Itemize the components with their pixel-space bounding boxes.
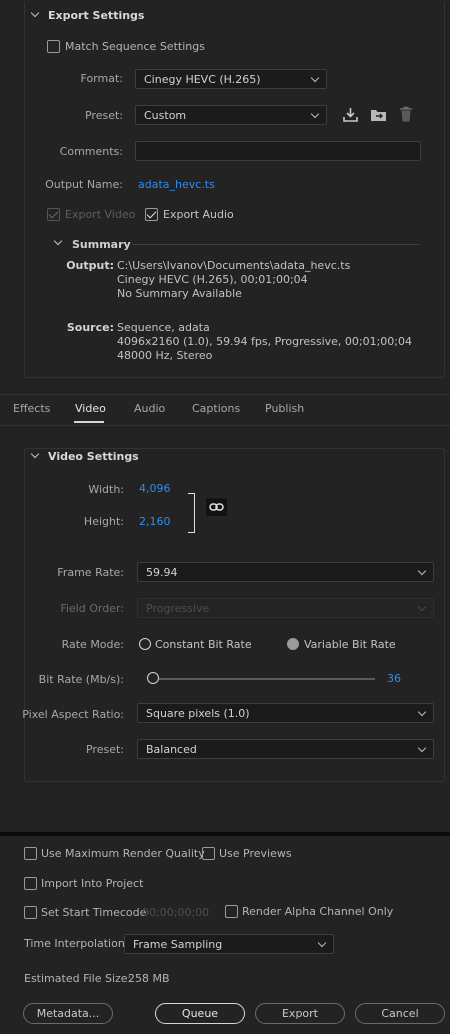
queue-button[interactable]: Queue [155, 1003, 245, 1024]
par-dropdown[interactable]: Square pixels (1.0) [137, 703, 434, 723]
use-previews-checkbox[interactable] [202, 847, 215, 860]
vbr-label: Variable Bit Rate [304, 638, 396, 651]
start-timecode-label: Set Start Timecode [41, 906, 147, 919]
chevron-down-icon [310, 109, 320, 119]
video-preset-dropdown[interactable]: Balanced [137, 739, 434, 759]
match-sequence-label: Match Sequence Settings [65, 40, 205, 53]
estimated-file-size-value: 258 MB [128, 972, 170, 985]
chevron-down-icon [417, 707, 427, 717]
time-interpolation-label: Time Interpolation: [24, 937, 129, 950]
chevron-down-icon [310, 73, 320, 83]
output-line: Cinegy HEVC (H.265), 00;01;00;04 [117, 273, 308, 286]
tab-bar-divider [0, 394, 450, 395]
output-summary-text: C:\Users\Ivanov\Documents\adata_hevc.ts … [117, 259, 350, 301]
tab-content-divider [0, 425, 450, 426]
alpha-channel-label: Render Alpha Channel Only [242, 905, 394, 918]
tab-audio[interactable]: Audio [134, 402, 165, 415]
delete-preset-icon[interactable] [398, 106, 414, 123]
par-label: Pixel Aspect Ratio: [22, 708, 124, 721]
comments-label: Comments: [59, 145, 123, 158]
output-name-label: Output Name: [45, 178, 123, 191]
cbr-label: Constant Bit Rate [155, 638, 252, 651]
source-line: 48000 Hz, Stereo [117, 349, 213, 362]
source-line: Sequence, adata [117, 321, 210, 334]
format-label: Format: [80, 72, 123, 85]
source-summary-label: Source: [66, 321, 114, 334]
import-into-project-label: Import Into Project [41, 877, 144, 890]
source-summary-text: Sequence, adata 4096x2160 (1.0), 59.94 f… [117, 321, 412, 363]
estimated-file-size-label: Estimated File Size: [24, 972, 132, 985]
tab-captions[interactable]: Captions [192, 402, 240, 415]
chevron-down-icon [417, 743, 427, 753]
start-timecode-value: 00;00;00;00 [142, 906, 210, 919]
vbr-radio[interactable] [287, 638, 299, 650]
export-button[interactable]: Export [255, 1003, 345, 1024]
frame-rate-label: Frame Rate: [57, 566, 124, 579]
summary-title: Summary [72, 238, 131, 251]
chevron-down-icon [417, 566, 427, 576]
use-previews-label: Use Previews [219, 847, 292, 860]
match-sequence-checkbox[interactable] [47, 40, 60, 53]
tab-effects[interactable]: Effects [13, 402, 50, 415]
cancel-button[interactable]: Cancel [355, 1003, 445, 1024]
bit-rate-label: Bit Rate (Mb/s): [38, 673, 124, 686]
tab-video[interactable]: Video [75, 402, 106, 415]
field-order-label: Field Order: [60, 602, 124, 615]
max-render-quality-label: Use Maximum Render Quality [41, 847, 205, 860]
frame-rate-dropdown[interactable]: 59.94 [137, 562, 434, 582]
dimension-link-bracket [188, 493, 195, 533]
alpha-channel-checkbox[interactable] [225, 905, 238, 918]
export-audio-checkbox[interactable] [145, 208, 158, 221]
video-preset-value: Balanced [146, 743, 197, 756]
save-preset-icon[interactable] [342, 106, 359, 123]
bit-rate-slider-thumb[interactable] [147, 672, 159, 684]
par-value: Square pixels (1.0) [146, 707, 250, 720]
bottom-divider [0, 832, 450, 836]
export-video-label: Export Video [65, 208, 136, 221]
preset-label: Preset: [84, 109, 123, 122]
video-preset-label: Preset: [85, 743, 124, 756]
output-summary-label: Output: [66, 259, 114, 272]
cbr-radio[interactable] [139, 638, 151, 650]
import-into-project-checkbox[interactable] [24, 877, 37, 890]
import-preset-icon[interactable] [369, 106, 388, 123]
time-interpolation-value: Frame Sampling [133, 938, 223, 951]
export-audio-label: Export Audio [163, 208, 234, 221]
export-video-checkbox[interactable] [47, 208, 60, 221]
chevron-down-icon [317, 938, 327, 948]
format-value: Cinegy HEVC (H.265) [144, 73, 261, 86]
format-dropdown[interactable]: Cinegy HEVC (H.265) [135, 69, 327, 89]
tab-video-underline [74, 421, 104, 423]
field-order-dropdown[interactable]: Progressive [137, 598, 434, 618]
preset-value: Custom [144, 109, 187, 122]
chevron-down-icon [417, 602, 427, 612]
output-name-link[interactable]: adata_hevc.ts [138, 178, 215, 191]
height-value[interactable]: 2,160 [139, 515, 171, 528]
bit-rate-value[interactable]: 36 [387, 672, 401, 685]
comments-input[interactable] [135, 141, 421, 161]
width-label: Width: [88, 483, 124, 496]
summary-divider [132, 244, 420, 245]
output-line: C:\Users\Ivanov\Documents\adata_hevc.ts [117, 259, 351, 272]
rate-mode-label: Rate Mode: [61, 638, 124, 651]
source-line: 4096x2160 (1.0), 59.94 fps, Progressive,… [117, 335, 413, 348]
bit-rate-slider-track[interactable] [153, 678, 375, 680]
output-line: No Summary Available [117, 287, 242, 300]
export-settings-title: Export Settings [48, 9, 145, 22]
max-render-quality-checkbox[interactable] [24, 847, 37, 860]
start-timecode-checkbox[interactable] [24, 906, 37, 919]
preset-dropdown[interactable]: Custom [135, 105, 327, 125]
field-order-value: Progressive [146, 602, 210, 615]
time-interpolation-dropdown[interactable]: Frame Sampling [124, 934, 334, 954]
tab-publish[interactable]: Publish [265, 402, 304, 415]
width-value[interactable]: 4,096 [139, 482, 171, 495]
video-settings-title: Video Settings [48, 450, 139, 463]
link-icon[interactable] [206, 498, 227, 516]
frame-rate-value: 59.94 [146, 566, 178, 579]
height-label: Height: [83, 515, 124, 528]
metadata-button[interactable]: Metadata... [23, 1003, 113, 1024]
